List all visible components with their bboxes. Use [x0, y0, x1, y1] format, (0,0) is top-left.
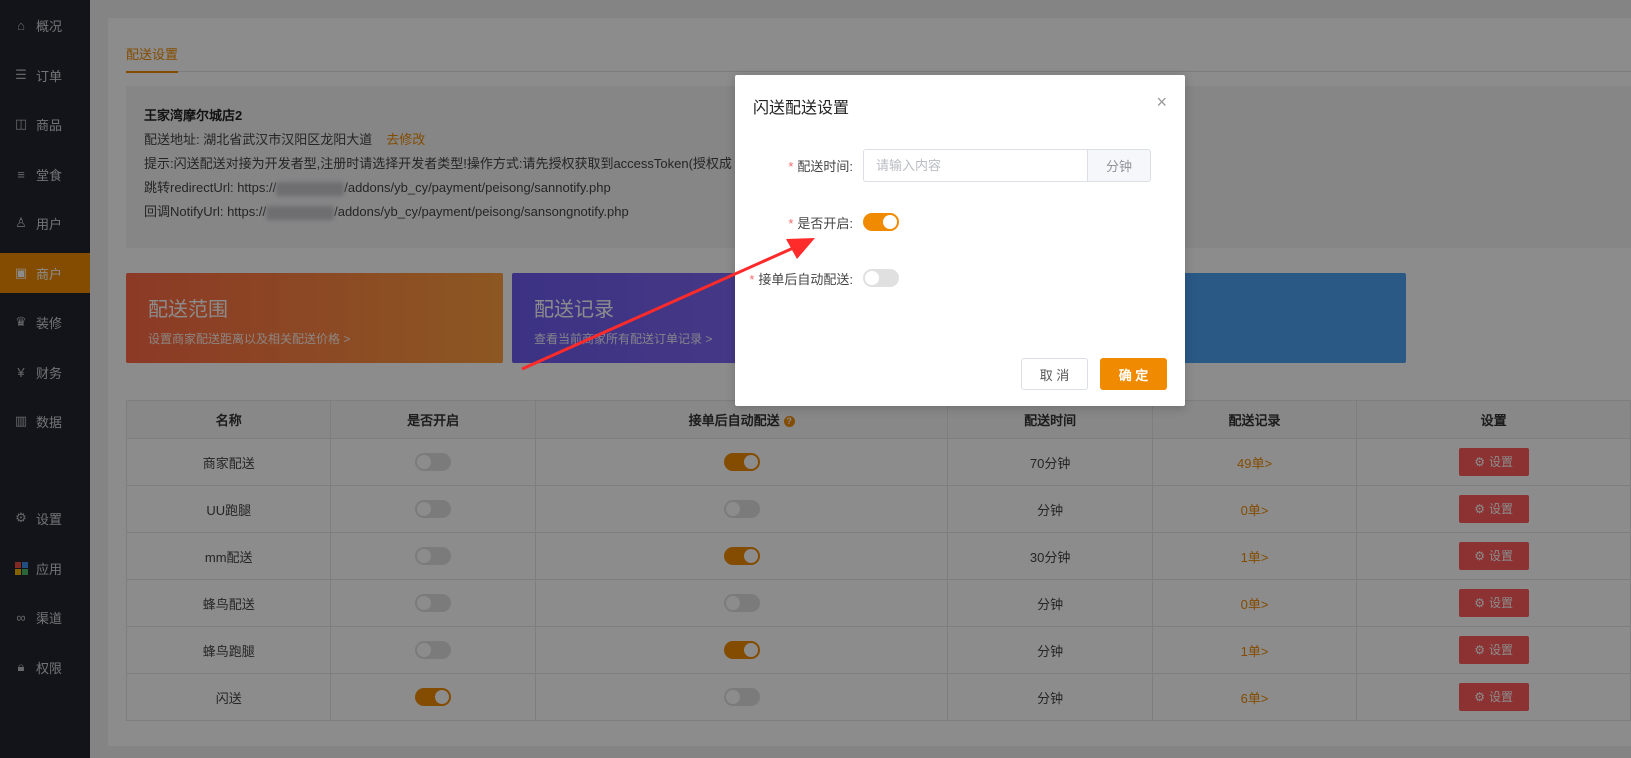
auto-delivery-label: * 接单后自动配送:	[735, 269, 863, 288]
label-text: 配送时间:	[797, 158, 853, 174]
label-text: 是否开启:	[797, 215, 853, 231]
label-text: 接单后自动配送:	[758, 271, 853, 287]
auto-delivery-toggle[interactable]	[863, 269, 899, 287]
auto-delivery-row: * 接单后自动配送:	[735, 261, 1185, 295]
flash-delivery-settings-dialog: 闪送配送设置 × *配送时间: 分钟 *是否开启: *接单后自动配送: 取 消 …	[735, 75, 1185, 406]
enable-toggle[interactable]	[863, 213, 899, 231]
required-mark: *	[749, 271, 755, 287]
delivery-time-label: * 配送时间:	[735, 156, 863, 175]
enable-row: * 是否开启:	[735, 205, 1185, 239]
enable-label: * 是否开启:	[735, 213, 863, 232]
dialog-title: 闪送配送设置	[753, 100, 850, 117]
required-mark: *	[788, 158, 794, 174]
close-icon[interactable]: ×	[1156, 92, 1167, 113]
time-unit-addon: 分钟	[1087, 148, 1151, 182]
confirm-button[interactable]: 确 定	[1100, 358, 1167, 390]
delivery-time-row: *配送时间: 分钟	[735, 148, 1185, 182]
cancel-button[interactable]: 取 消	[1021, 358, 1088, 390]
delivery-time-input[interactable]	[863, 148, 1087, 182]
required-mark: *	[788, 215, 794, 231]
delivery-time-group: 分钟	[863, 148, 1151, 182]
